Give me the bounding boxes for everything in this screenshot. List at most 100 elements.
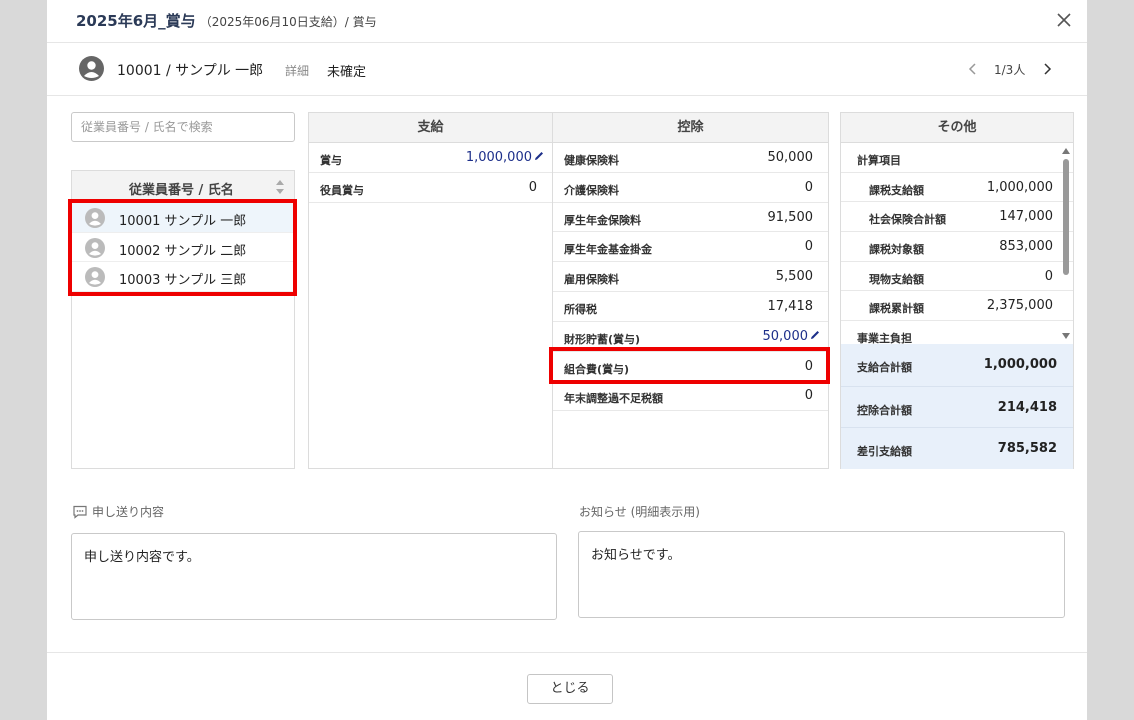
- deduction-row-label: 健康保険料: [564, 154, 619, 167]
- value-text: 50,000: [762, 328, 809, 344]
- employee-search-input[interactable]: [71, 112, 295, 142]
- title-text: 2025年6月_賞与: [76, 12, 196, 30]
- value-text: 1,000,000: [465, 150, 532, 165]
- calc-section-label: 計算項目: [857, 154, 901, 167]
- other-row-value: 1,000,000: [986, 179, 1053, 195]
- deduction-row-value: 91,500: [767, 209, 814, 225]
- deduction-row-value: 5,500: [775, 269, 813, 285]
- other-row-label: 課税累計額: [869, 302, 924, 316]
- deduction-row: 組合費(賞与) 0: [553, 352, 828, 382]
- total-row-label: 差引支給額: [857, 445, 912, 459]
- total-row: 支給合計額 1,000,000: [841, 344, 1073, 386]
- deduction-row-value: 0: [804, 388, 813, 404]
- other-row-value: 2,375,000: [986, 298, 1053, 314]
- other-section-header: 計算項目: [841, 143, 1073, 173]
- total-row-value: 214,418: [997, 399, 1057, 415]
- other-row-label: 課税支給額: [869, 183, 924, 197]
- deduction-row: 厚生年金保険料 91,500: [553, 203, 828, 233]
- totals-section: 支給合計額 1,000,000 控除合計額 214,418 差引支給額 785,582: [841, 344, 1073, 469]
- other-row-value: 0: [1044, 268, 1053, 284]
- employee-list-item-label: 10003 サンプル 三郎: [119, 273, 247, 288]
- other-row-value: 853,000: [999, 239, 1053, 255]
- bonus-detail-modal: 2025年6月_賞与 （2025年06月10日支給）/ 賞与 10001 / サン…: [47, 0, 1087, 720]
- total-row-label: 支給合計額: [857, 361, 912, 374]
- memo-textarea[interactable]: 申し送り内容です。: [71, 533, 557, 620]
- deduction-row: 所得税 17,418: [553, 292, 828, 322]
- deduction-row-value: 0: [804, 179, 813, 195]
- other-row-label: 現物支給額: [869, 272, 924, 286]
- payment-row-label: 役員賞与: [320, 183, 364, 197]
- deduction-row-label: 厚生年金基金掛金: [564, 243, 652, 257]
- total-row: 控除合計額 214,418: [841, 385, 1073, 428]
- user-avatar-icon: [85, 208, 105, 228]
- title-subtitle: （2025年06月10日支給）/ 賞与: [199, 15, 377, 29]
- employee-list-item[interactable]: 10003 サンプル 三郎: [72, 262, 294, 292]
- deduction-row-label: 介護保険料: [564, 183, 619, 197]
- payment-column: 賞与 1,000,000 役員賞与 0: [309, 143, 552, 468]
- deduction-header: 控除: [552, 113, 828, 143]
- employee-name: 10001 / サンプル 一郎: [117, 63, 264, 79]
- other-section-header: 事業主負担: [841, 321, 1073, 344]
- pencil-icon[interactable]: [534, 151, 544, 161]
- payment-deduction-panel: 支給 控除 賞与 1,000,000 役員賞与 0 健康保険料 50,000 介護…: [308, 112, 829, 469]
- modal-title: 2025年6月_賞与 （2025年06月10日支給）/ 賞与: [76, 10, 377, 31]
- deduction-row-value: 0: [804, 358, 813, 374]
- payment-row: 賞与 1,000,000: [309, 143, 552, 173]
- status-label: 未確定: [327, 65, 367, 80]
- user-avatar-icon: [79, 56, 104, 81]
- deduction-row: 介護保険料 0: [553, 173, 828, 203]
- payment-row: 役員賞与 0: [309, 173, 552, 203]
- chevron-left-icon[interactable]: [965, 59, 981, 79]
- chevron-right-icon[interactable]: [1039, 59, 1055, 79]
- other-row: 課税対象額 853,000: [841, 232, 1073, 262]
- total-row-label: 控除合計額: [857, 403, 912, 417]
- deduction-row: 財形貯蓄(賞与) 50,000: [553, 322, 828, 352]
- modal-header: 2025年6月_賞与 （2025年06月10日支給）/ 賞与: [47, 0, 1087, 43]
- employee-list-item-label: 10002 サンプル 二郎: [119, 243, 247, 259]
- deduction-row: 健康保険料 50,000: [553, 143, 828, 173]
- payment-row-value[interactable]: 1,000,000: [466, 150, 544, 165]
- other-header: その他: [841, 113, 1073, 143]
- total-row: 差引支給額 785,582: [841, 427, 1073, 469]
- other-row: 社会保険合計額 147,000: [841, 202, 1073, 233]
- deduction-row: 年末調整過不足税額 0: [553, 381, 828, 412]
- deduction-row-value[interactable]: 50,000: [763, 329, 821, 344]
- deduction-row: 厚生年金基金掛金 0: [553, 232, 828, 263]
- deduction-row-value: 0: [804, 239, 813, 255]
- employee-list-item-label: 10001 サンプル 一郎: [119, 214, 247, 229]
- deduction-column: 健康保険料 50,000 介護保険料 0 厚生年金保険料 91,500 厚生年金基金掛…: [552, 143, 828, 468]
- notice-textarea[interactable]: お知らせです。: [578, 531, 1065, 618]
- other-row: 現物支給額 0: [841, 262, 1073, 292]
- sort-icon[interactable]: [275, 178, 285, 196]
- pencil-icon[interactable]: [810, 330, 820, 340]
- pager-count: 1/3人: [994, 63, 1026, 77]
- modal-footer: とじる: [47, 652, 1087, 720]
- deduction-row-label: 財形貯蓄(賞与): [564, 332, 641, 346]
- employee-list-item[interactable]: 10001 サンプル 一郎: [72, 203, 294, 233]
- close-icon[interactable]: [1053, 9, 1075, 31]
- employee-list-header[interactable]: 従業員番号 / 氏名: [72, 171, 294, 203]
- user-avatar-icon: [85, 267, 105, 287]
- other-panel: その他 計算項目 課税支給額 1,000,000 社会保険合計額 147,000 課…: [840, 112, 1074, 469]
- deduction-row-value: 17,418: [767, 298, 814, 314]
- employee-list-item[interactable]: 10002 サンプル 二郎: [72, 233, 294, 262]
- employee-bar: 10001 / サンプル 一郎 詳細 未確定 1/3人: [47, 43, 1087, 96]
- deduction-row-label: 年末調整過不足税額: [564, 392, 663, 406]
- close-button[interactable]: とじる: [527, 674, 613, 704]
- employee-list: 従業員番号 / 氏名 10001 サンプル 一郎 10002 サンプル 二郎 1…: [71, 170, 295, 469]
- other-list: 計算項目 課税支給額 1,000,000 社会保険合計額 147,000 課税対象額…: [841, 143, 1073, 344]
- deduction-row-label: 厚生年金保険料: [564, 213, 641, 227]
- employer-section-label: 事業主負担: [857, 332, 912, 344]
- payment-row-value: 0: [528, 179, 537, 195]
- detail-link[interactable]: 詳細: [285, 62, 309, 79]
- other-row-label: 課税対象額: [869, 243, 924, 257]
- other-row-label: 社会保険合計額: [869, 213, 946, 227]
- deduction-row-label: 所得税: [564, 302, 597, 316]
- deduction-row-value: 50,000: [767, 150, 814, 165]
- deduction-row: 雇用保険料 5,500: [553, 262, 828, 292]
- comment-icon: [73, 505, 87, 519]
- notice-label: お知らせ (明細表示用): [579, 505, 700, 519]
- other-row: 課税支給額 1,000,000: [841, 173, 1073, 203]
- total-row-value: 785,582: [997, 441, 1057, 457]
- vertical-scrollbar[interactable]: [1059, 143, 1073, 344]
